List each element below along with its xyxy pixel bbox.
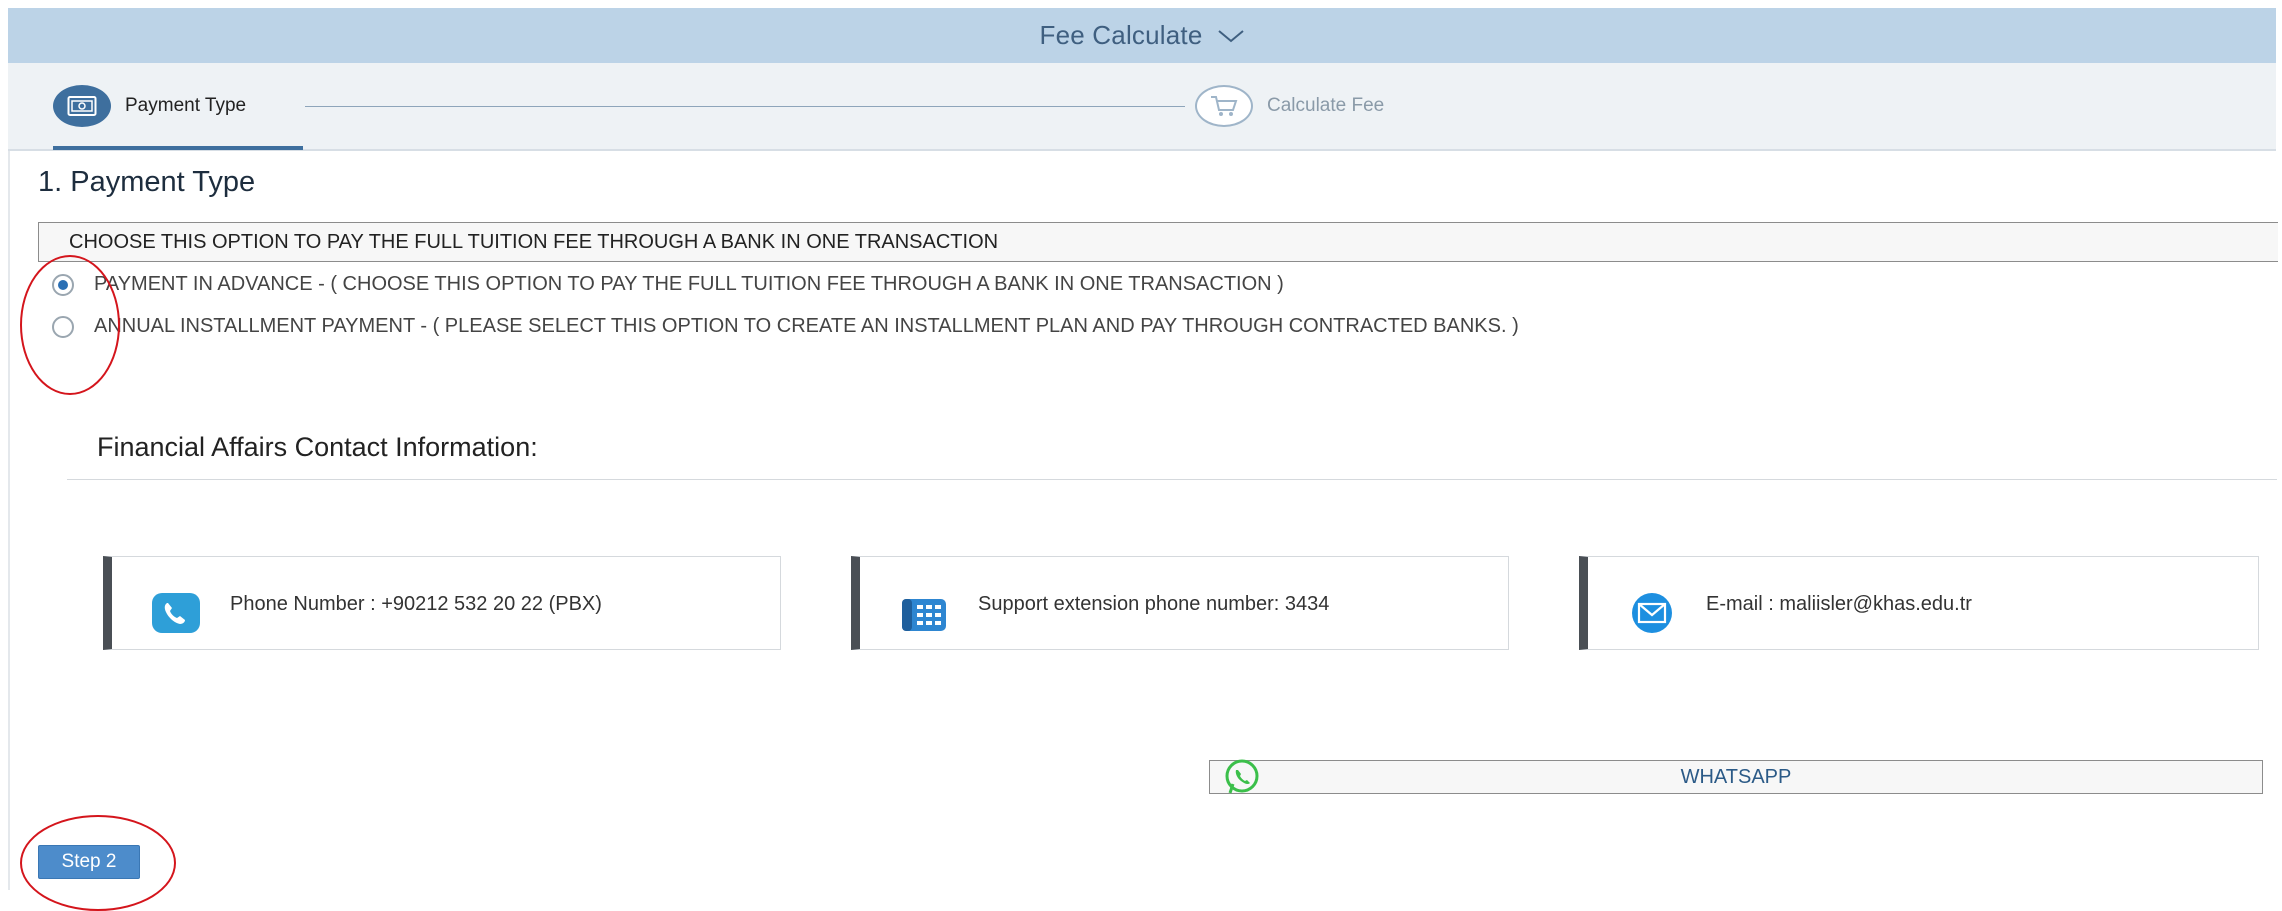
radio-selected-dot (58, 279, 68, 290)
radio-button-installment[interactable] (52, 315, 74, 338)
whatsapp-icon (1222, 757, 1262, 797)
payment-description-bar: CHOOSE THIS OPTION TO PAY THE FULL TUITI… (38, 222, 2278, 262)
wizard-step-payment-type[interactable]: Payment Type (53, 85, 246, 127)
chevron-down-icon[interactable] (1217, 29, 1245, 48)
wizard-connector (305, 106, 1185, 107)
contact-divider (67, 479, 2277, 480)
active-step-indicator (53, 146, 303, 150)
fee-calculate-page: Fee Calculate Payment Type Calculate Fee… (0, 0, 2282, 911)
payment-option-label: PAYMENT IN ADVANCE - ( CHOOSE THIS OPTIO… (94, 273, 1284, 295)
wizard-step-label: Payment Type (125, 95, 247, 116)
payment-option-label: ANNUAL INSTALLMENT PAYMENT - ( PLEASE SE… (94, 315, 1519, 337)
page-title: Fee Calculate (1039, 20, 1203, 50)
radio-button-advance[interactable] (52, 273, 74, 296)
wizard-step-calculate-fee[interactable]: Calculate Fee (1195, 85, 1384, 127)
contact-card-support-extension: Support extension phone number: 3434 (851, 556, 1509, 650)
wizard-step-label: Calculate Fee (1267, 95, 1385, 116)
left-border (8, 150, 10, 890)
contact-support-text: Support extension phone number: 3434 (978, 593, 1330, 615)
contact-phone-text: Phone Number : +90212 532 20 22 (PBX) (230, 593, 602, 615)
section-title: 1. Payment Type (38, 166, 256, 198)
email-icon (1626, 591, 1678, 635)
step-2-button[interactable]: Step 2 (38, 845, 140, 879)
contact-info-title: Financial Affairs Contact Information: (97, 432, 538, 462)
shopping-cart-icon (1195, 85, 1253, 127)
contact-card-phone: Phone Number : +90212 532 20 22 (PBX) (103, 556, 781, 650)
wizard-progress-bar: Payment Type Calculate Fee (8, 63, 2276, 151)
whatsapp-button[interactable]: WHATSAPP (1209, 757, 2263, 797)
phone-icon (150, 591, 202, 635)
page-header[interactable]: Fee Calculate (8, 8, 2276, 63)
payment-option-installment[interactable]: ANNUAL INSTALLMENT PAYMENT - ( PLEASE SE… (52, 315, 1519, 338)
desk-phone-icon (898, 591, 950, 635)
payment-card-icon (53, 85, 111, 127)
whatsapp-label: WHATSAPP (1680, 765, 1792, 788)
contact-email-text: E-mail : maliisler@khas.edu.tr (1706, 593, 1972, 615)
payment-option-advance[interactable]: PAYMENT IN ADVANCE - ( CHOOSE THIS OPTIO… (52, 273, 1284, 296)
contact-card-email: E-mail : maliisler@khas.edu.tr (1579, 556, 2259, 650)
